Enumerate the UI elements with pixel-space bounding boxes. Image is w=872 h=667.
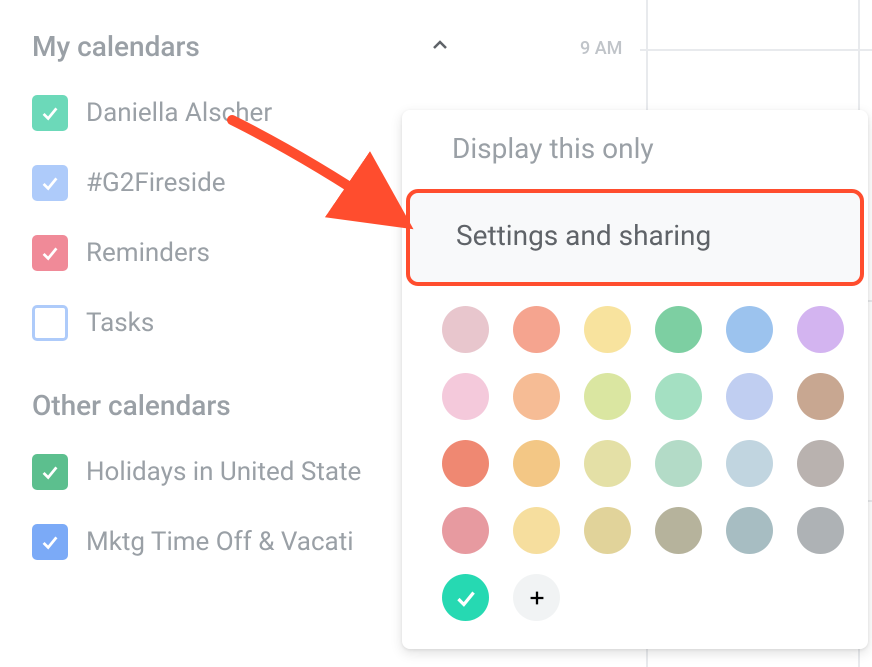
calendar-options-popup: Display this only Settings and sharing	[402, 110, 868, 649]
color-swatch[interactable]	[797, 507, 844, 554]
calendar-label: Tasks	[86, 308, 154, 338]
calendar-label: Daniella Alscher	[86, 98, 272, 128]
color-swatch[interactable]	[584, 507, 631, 554]
my-calendars-list: Daniella Alscher #G2Fireside Reminders T…	[32, 95, 452, 341]
color-swatch[interactable]	[442, 373, 489, 420]
color-swatch[interactable]	[726, 440, 773, 487]
other-calendars-list: Holidays in United State Mktg Time Off &…	[32, 454, 452, 560]
check-icon	[39, 531, 61, 553]
calendar-item-mktg[interactable]: Mktg Time Off & Vacati	[32, 524, 452, 560]
checkbox-checked[interactable]	[32, 165, 68, 201]
my-calendars-header[interactable]: My calendars	[32, 30, 452, 63]
color-swatch[interactable]	[513, 306, 560, 353]
check-icon	[453, 585, 479, 611]
color-swatch[interactable]	[442, 440, 489, 487]
color-swatch[interactable]	[655, 507, 702, 554]
check-icon	[39, 242, 61, 264]
calendar-label: Mktg Time Off & Vacati	[86, 527, 354, 557]
my-calendars-title: My calendars	[32, 30, 200, 63]
calendar-item-tasks[interactable]: Tasks	[32, 305, 452, 341]
checkbox-unchecked[interactable]	[32, 305, 68, 341]
other-calendars-header[interactable]: Other calendars	[32, 389, 452, 422]
color-swatch[interactable]	[655, 440, 702, 487]
color-swatch[interactable]	[797, 440, 844, 487]
color-swatch[interactable]	[726, 507, 773, 554]
color-swatch[interactable]	[584, 440, 631, 487]
color-swatch[interactable]	[584, 306, 631, 353]
check-icon	[39, 461, 61, 483]
color-swatch[interactable]	[655, 306, 702, 353]
color-swatch-selected[interactable]	[442, 574, 489, 621]
color-swatch[interactable]	[513, 440, 560, 487]
plus-icon	[526, 587, 548, 609]
color-swatch[interactable]	[442, 306, 489, 353]
color-swatch[interactable]	[584, 373, 631, 420]
color-swatch[interactable]	[797, 373, 844, 420]
calendar-item-reminders[interactable]: Reminders	[32, 235, 452, 271]
calendar-item-g2fireside[interactable]: #G2Fireside	[32, 165, 452, 201]
calendar-label: Holidays in United State	[86, 457, 361, 487]
check-icon	[39, 102, 61, 124]
calendar-sidebar: My calendars Daniella Alscher #G2Firesid…	[32, 30, 452, 608]
checkbox-checked[interactable]	[32, 454, 68, 490]
menu-item-display-only[interactable]: Display this only	[402, 110, 868, 189]
color-swatch[interactable]	[513, 507, 560, 554]
color-swatch[interactable]	[726, 306, 773, 353]
checkbox-checked[interactable]	[32, 235, 68, 271]
color-swatch[interactable]	[797, 306, 844, 353]
check-icon	[39, 172, 61, 194]
other-calendars-title: Other calendars	[32, 389, 231, 422]
color-swatch[interactable]	[513, 373, 560, 420]
color-picker-grid	[402, 286, 868, 621]
checkbox-checked[interactable]	[32, 524, 68, 560]
calendar-label: #G2Fireside	[86, 168, 226, 198]
menu-item-settings-sharing[interactable]: Settings and sharing	[406, 189, 864, 286]
color-swatch[interactable]	[442, 507, 489, 554]
chevron-up-icon	[428, 33, 452, 61]
color-swatch[interactable]	[655, 373, 702, 420]
checkbox-checked[interactable]	[32, 95, 68, 131]
calendar-item-daniella[interactable]: Daniella Alscher	[32, 95, 452, 131]
grid-line-horizontal	[648, 49, 872, 51]
calendar-label: Reminders	[86, 238, 210, 268]
color-custom-button[interactable]	[513, 574, 560, 621]
calendar-item-holidays[interactable]: Holidays in United State	[32, 454, 452, 490]
color-swatch[interactable]	[726, 373, 773, 420]
time-label-9am: 9 AM	[580, 38, 622, 59]
